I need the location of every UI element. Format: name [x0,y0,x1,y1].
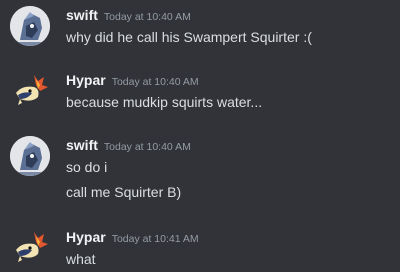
timestamp: Today at 10:40 AM [111,76,199,88]
message-header: swift Today at 10:40 AM [66,6,191,26]
author-name[interactable]: swift [66,7,98,23]
author-name[interactable]: swift [66,137,98,153]
hypar-avatar-icon[interactable] [10,228,50,268]
timestamp: Today at 10:40 AM [103,11,191,23]
message-text: so do i [66,159,108,175]
author-name[interactable]: Hypar [66,229,106,245]
swift-avatar-icon[interactable] [10,136,50,176]
message-text: because mudkip squirts water... [66,94,263,110]
message-header: Hypar Today at 10:41 AM [66,228,199,248]
message-text: what [66,251,96,267]
message-text: why did he call his Swampert Squirter :( [66,29,312,45]
hypar-avatar-icon[interactable] [10,71,50,111]
message-text: call me Squirter B) [66,184,182,200]
author-name[interactable]: Hypar [66,72,106,88]
timestamp: Today at 10:40 AM [103,141,191,153]
message-header: swift Today at 10:40 AM [66,136,191,156]
message-header: Hypar Today at 10:40 AM [66,71,199,91]
swift-avatar-icon[interactable] [10,6,50,46]
timestamp: Today at 10:41 AM [111,233,199,245]
